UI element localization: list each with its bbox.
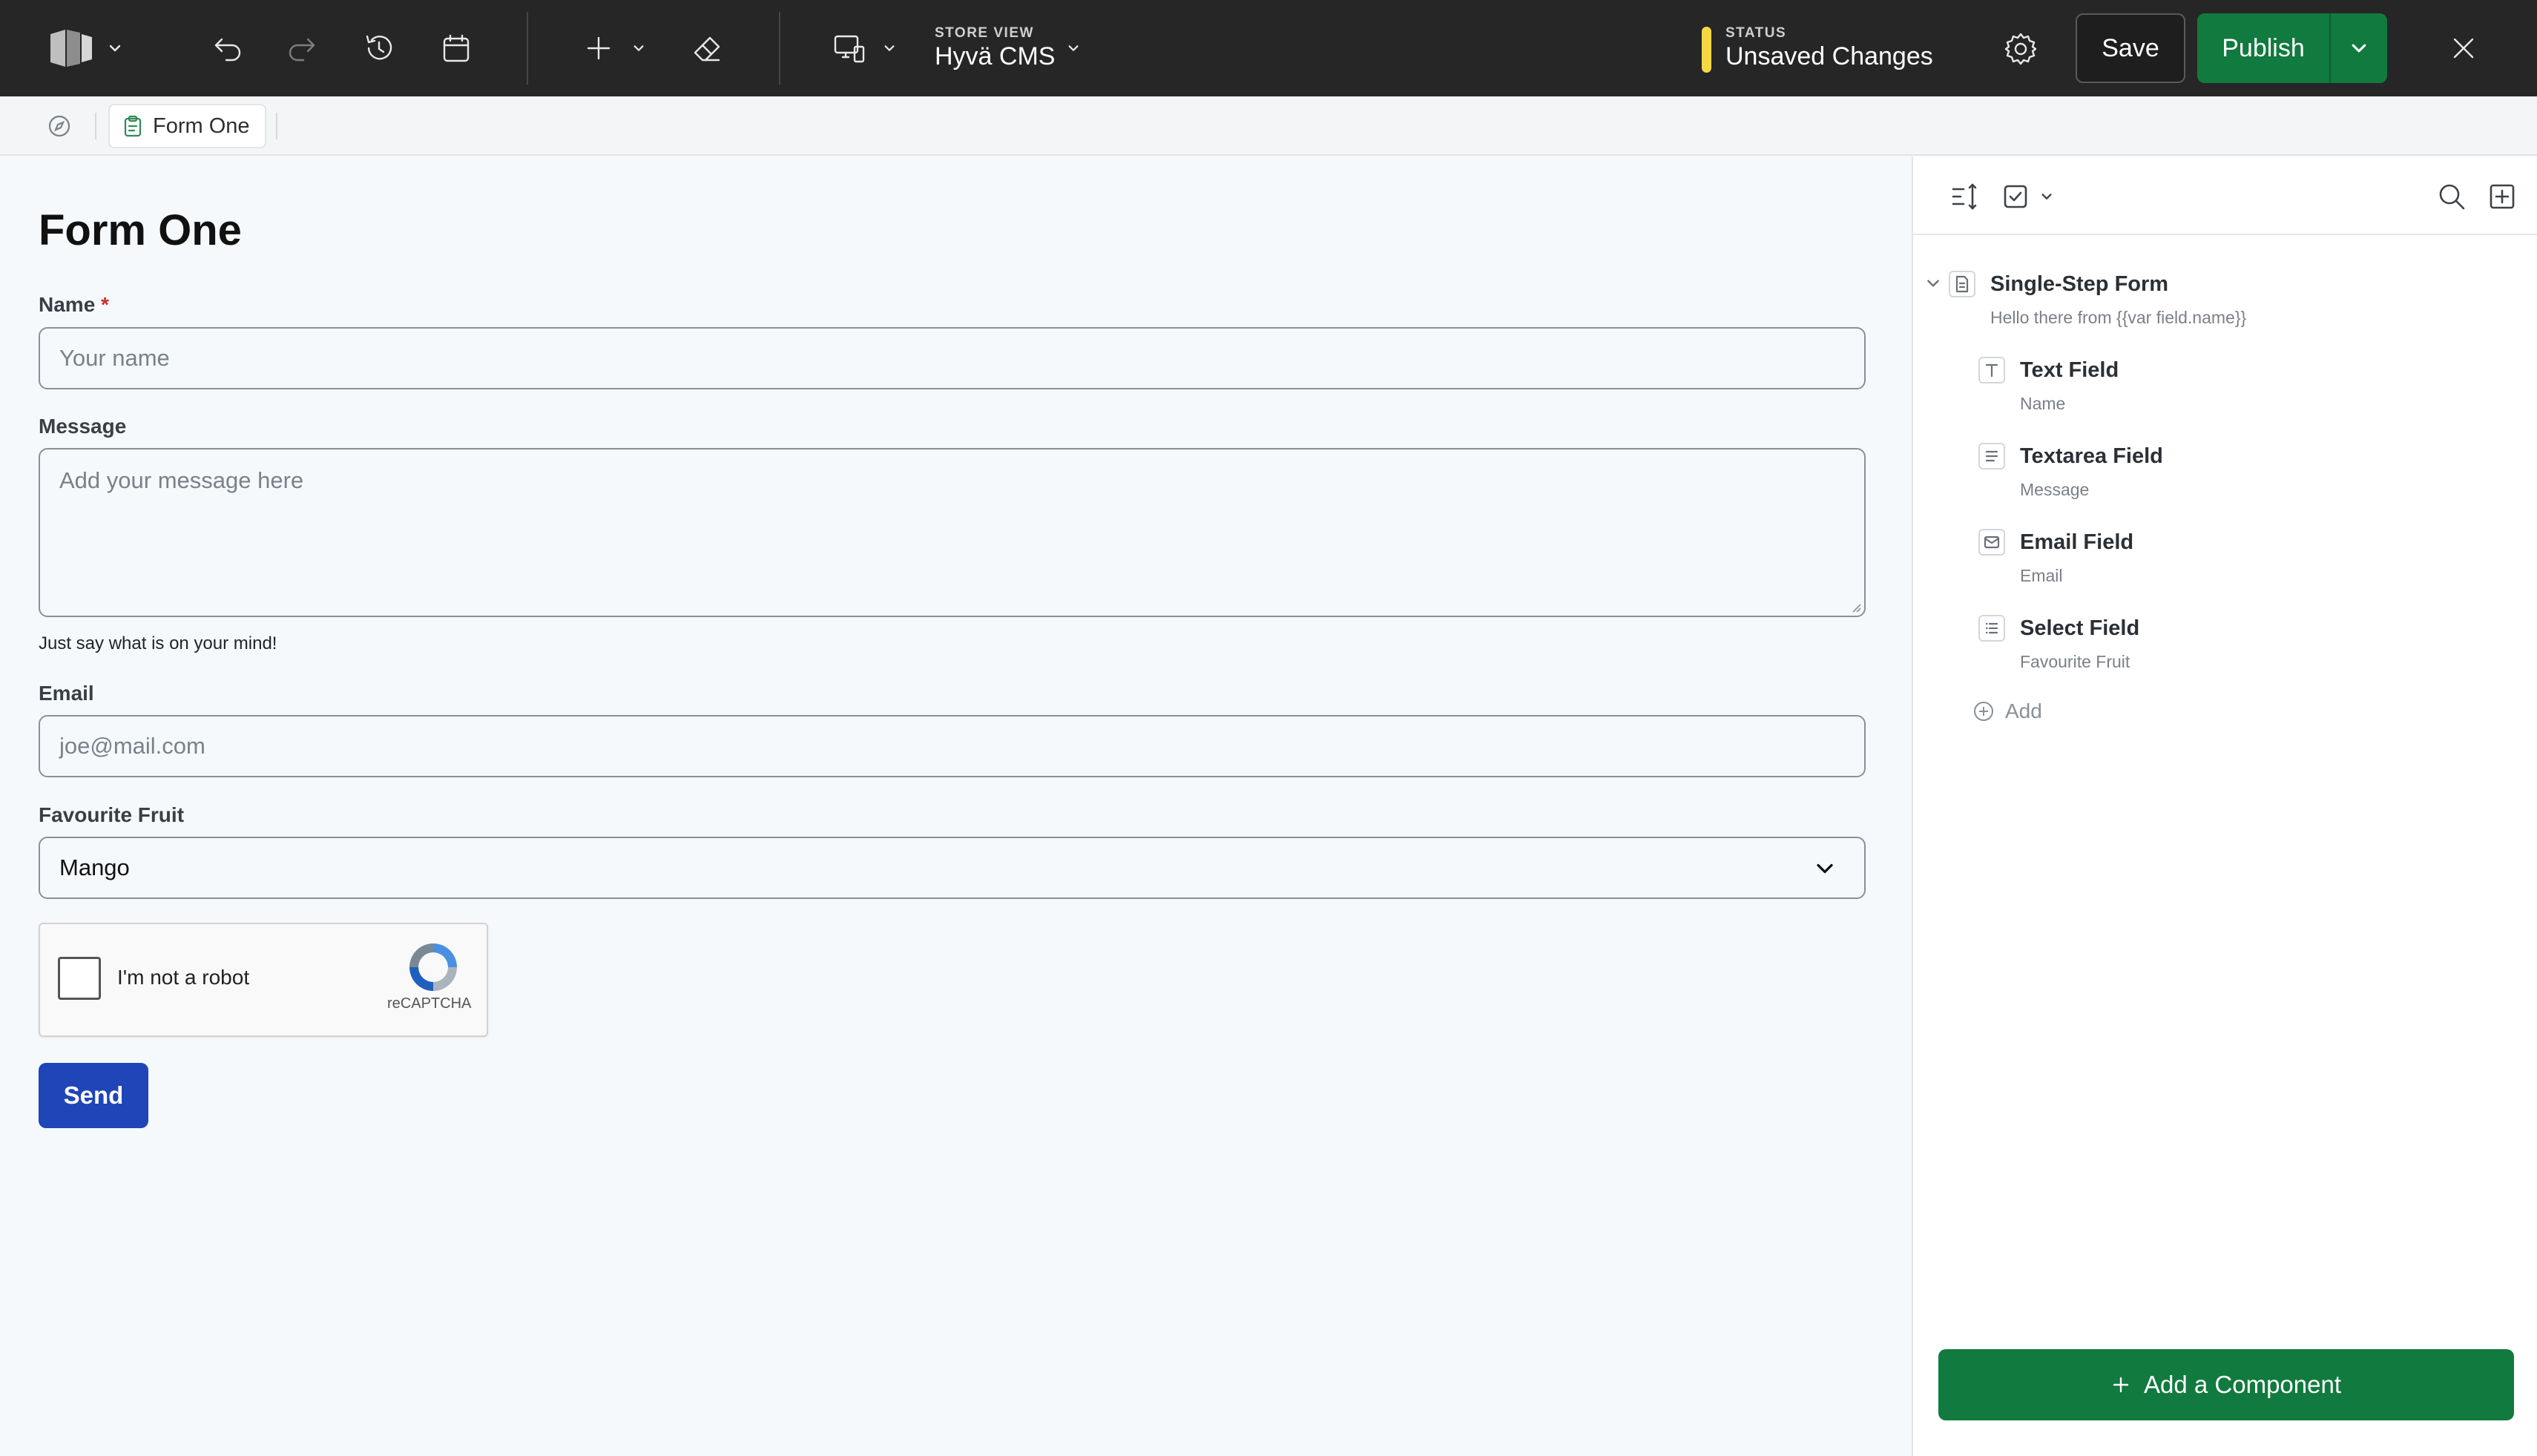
tree-item-title[interactable]: Email Field	[2020, 530, 2133, 555]
name-input-placeholder: Your name	[59, 345, 170, 371]
plus-circle-icon	[1974, 702, 1993, 721]
name-label: Name *	[39, 293, 109, 317]
recaptcha-label: I'm not a robot	[117, 966, 250, 989]
status-label: STATUS	[1725, 25, 1787, 41]
publish-options-button[interactable]	[2331, 13, 2387, 83]
recaptcha-brand: reCAPTCHA	[387, 995, 472, 1012]
required-marker: *	[101, 293, 109, 316]
breadcrumb-divider	[95, 113, 96, 139]
logo-menu-chevron-down-icon[interactable]	[104, 37, 126, 59]
tree-collapse-chevron-down-icon[interactable]	[1925, 275, 1941, 291]
settings-gear-icon[interactable]	[2000, 28, 2041, 70]
tree-add-label: Add	[2005, 699, 2042, 722]
top-toolbar: STORE VIEW Hyvä CMS STATUS Unsaved Chang…	[0, 0, 2537, 96]
message-hint: Just say what is on your mind!	[39, 633, 277, 653]
add-plus-icon[interactable]	[582, 31, 616, 65]
add-chevron-down-icon[interactable]	[629, 39, 648, 58]
recaptcha-checkbox[interactable]	[58, 957, 101, 1000]
resize-handle-icon[interactable]	[1849, 601, 1861, 613]
search-icon[interactable]	[2434, 179, 2469, 214]
store-view-chevron-down-icon[interactable]	[1064, 39, 1083, 58]
redo-icon[interactable]	[283, 30, 320, 67]
email-label: Email	[39, 682, 94, 705]
publish-button[interactable]: Publish	[2197, 13, 2331, 83]
breadcrumb: Form One	[0, 96, 2537, 156]
responsive-devices-icon[interactable]	[831, 30, 869, 68]
devices-chevron-down-icon[interactable]	[880, 39, 899, 58]
add-component-label: Add a Component	[2143, 1371, 2341, 1398]
form-preview: Form One Name * Your name Message Add yo…	[0, 157, 1912, 1456]
email-input-placeholder: joe@mail.com	[59, 733, 205, 759]
tree-add-button[interactable]: Add	[1972, 699, 2042, 723]
app-logo[interactable]	[45, 22, 96, 74]
recaptcha-widget: I'm not a robot reCAPTCHA	[39, 923, 488, 1037]
message-textarea-placeholder: Add your message here	[59, 467, 304, 493]
status-value: Unsaved Changes	[1725, 42, 1933, 70]
close-icon[interactable]	[2446, 31, 2481, 65]
send-button[interactable]: Send	[39, 1063, 148, 1128]
fruit-select[interactable]: Mango	[39, 837, 1866, 899]
form-clipboard-icon	[124, 115, 142, 137]
recaptcha-logo-icon	[409, 943, 457, 991]
name-label-text: Name	[39, 293, 96, 316]
email-input[interactable]: joe@mail.com	[39, 715, 1866, 777]
eraser-icon[interactable]	[688, 30, 725, 67]
tree-item-subtitle: Email	[2020, 566, 2063, 585]
breadcrumb-tab-label: Form One	[153, 113, 250, 138]
page-title: Form One	[39, 206, 242, 254]
checkbox-select-icon[interactable]	[1998, 179, 2033, 214]
message-label: Message	[39, 415, 127, 438]
tree-item-subtitle: Name	[2020, 394, 2066, 413]
fruit-label: Favourite Fruit	[39, 803, 185, 826]
chevron-down-icon	[1817, 863, 1833, 874]
chevron-down-icon	[2352, 44, 2366, 53]
undo-icon[interactable]	[209, 30, 246, 67]
status-indicator	[1702, 27, 1711, 73]
tree-root-title[interactable]: Single-Step Form	[1990, 272, 2168, 297]
calendar-icon[interactable]	[438, 30, 475, 67]
fruit-select-value: Mango	[59, 854, 130, 880]
select-chevron-down-icon[interactable]	[2038, 188, 2056, 205]
tree-item-subtitle: Favourite Fruit	[2020, 652, 2130, 671]
tree-item-subtitle: Message	[2020, 480, 2090, 499]
store-view-selector[interactable]: Hyvä CMS	[935, 42, 1055, 71]
compass-icon[interactable]	[46, 113, 73, 139]
message-textarea[interactable]: Add your message here	[39, 448, 1866, 617]
store-view-label: STORE VIEW	[935, 25, 1034, 41]
form-document-icon	[1949, 271, 1975, 297]
save-button[interactable]: Save	[2076, 13, 2185, 83]
name-input[interactable]: Your name	[39, 327, 1866, 389]
tree-root-subtitle: Hello there from {{var field.name}}	[1990, 308, 2247, 327]
envelope-icon	[1978, 529, 2005, 556]
toolbar-divider	[779, 12, 780, 85]
list-icon	[1978, 615, 2005, 642]
breadcrumb-divider	[276, 113, 277, 139]
add-component-button[interactable]: Add a Component	[1938, 1349, 2514, 1420]
plus-icon	[2113, 1377, 2129, 1393]
component-tree-panel: Single-Step Form Hello there from {{var …	[1912, 157, 2537, 1456]
panel-divider	[1913, 234, 2537, 235]
toolbar-divider	[527, 12, 528, 85]
textarea-icon	[1978, 443, 2005, 470]
breadcrumb-tab-form-one[interactable]: Form One	[108, 104, 266, 148]
text-type-icon	[1978, 357, 2005, 383]
collapse-expand-icon[interactable]	[1946, 179, 1981, 214]
tree-item-title[interactable]: Textarea Field	[2020, 444, 2163, 469]
tree-item-title[interactable]: Select Field	[2020, 616, 2139, 641]
add-component-square-icon[interactable]	[2484, 179, 2520, 214]
tree-item-title[interactable]: Text Field	[2020, 358, 2119, 383]
history-icon[interactable]	[361, 30, 398, 67]
